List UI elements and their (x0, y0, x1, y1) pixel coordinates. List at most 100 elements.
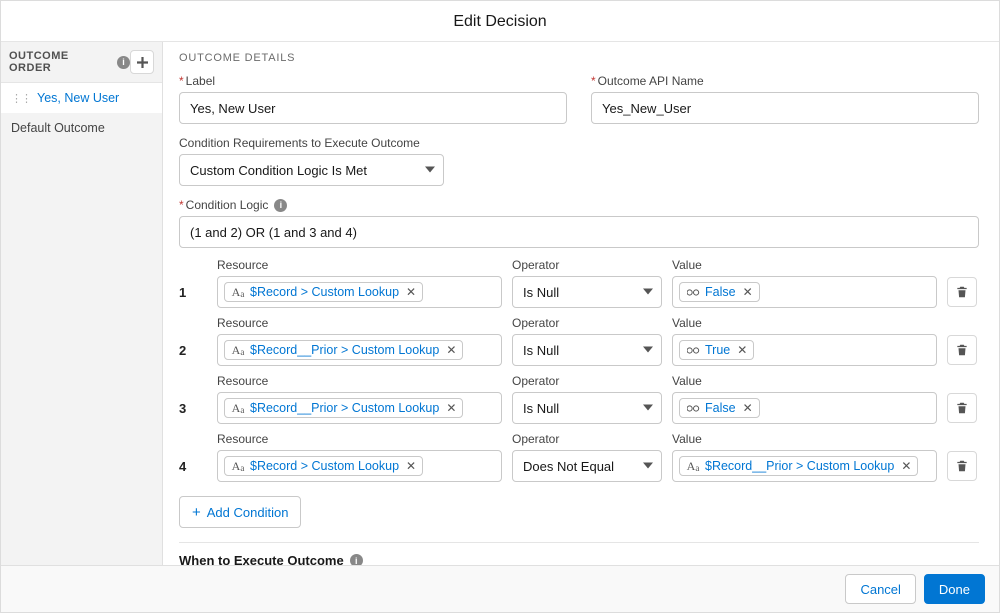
condition-number: 3 (179, 401, 207, 416)
cancel-button[interactable]: Cancel (845, 574, 915, 604)
remove-pill-icon[interactable]: ✕ (406, 285, 416, 299)
add-outcome-button[interactable] (130, 50, 154, 74)
resource-header: Resource (217, 258, 502, 272)
condition-row: 1Aa$Record > Custom Lookup✕Is NullFalse✕ (179, 276, 979, 308)
value-pill-text: $Record__Prior > Custom Lookup (705, 459, 894, 473)
operator-value: Does Not Equal (523, 459, 614, 474)
condition-requirements-label: Condition Requirements to Execute Outcom… (179, 136, 444, 150)
operator-select[interactable]: Is Null (512, 392, 662, 424)
value-pill-text: False (705, 285, 736, 299)
condition-logic-input[interactable] (179, 216, 979, 248)
resource-input[interactable]: Aa$Record > Custom Lookup✕ (217, 276, 502, 308)
remove-pill-icon[interactable]: ✕ (446, 343, 456, 357)
delete-condition-button[interactable] (947, 393, 977, 423)
delete-condition-button[interactable] (947, 335, 977, 365)
resource-input[interactable]: Aa$Record > Custom Lookup✕ (217, 450, 502, 482)
condition-requirements-select[interactable]: Custom Condition Logic Is Met (179, 154, 444, 186)
done-button[interactable]: Done (924, 574, 985, 604)
operator-header: Operator (512, 374, 662, 388)
value-pill[interactable]: True ✕ (679, 340, 754, 360)
value-pill[interactable]: False ✕ (679, 282, 760, 302)
sidebar-item[interactable]: ⋮⋮ Yes, New User (1, 83, 162, 113)
add-condition-button[interactable]: + Add Condition (179, 496, 301, 528)
value-header: Value (672, 316, 937, 330)
text-type-icon: Aa (231, 459, 245, 473)
boolean-icon (686, 285, 700, 299)
operator-value: Is Null (523, 285, 559, 300)
resource-pill[interactable]: Aa$Record > Custom Lookup✕ (224, 282, 423, 302)
edit-decision-modal: Edit Decision OUTCOME ORDER i ⋮⋮ Yes, New… (0, 0, 1000, 613)
remove-pill-icon[interactable]: ✕ (901, 459, 911, 473)
value-input[interactable]: Aa $Record__Prior > Custom Lookup ✕ (672, 450, 937, 482)
remove-pill-icon[interactable]: ✕ (406, 459, 416, 473)
resource-pill[interactable]: Aa$Record > Custom Lookup✕ (224, 456, 423, 476)
sidebar-item-label: Yes, New User (37, 91, 119, 105)
condition-number: 1 (179, 285, 207, 300)
sidebar-item-label: Default Outcome (11, 121, 105, 135)
condition-row: 3Aa$Record__Prior > Custom Lookup✕Is Nul… (179, 392, 979, 424)
value-pill-text: True (705, 343, 730, 357)
value-pill-text: False (705, 401, 736, 415)
resource-pill-text: $Record__Prior > Custom Lookup (250, 401, 439, 415)
value-header: Value (672, 258, 937, 272)
condition-number: 4 (179, 459, 207, 474)
api-name-input[interactable] (591, 92, 979, 124)
remove-pill-icon[interactable]: ✕ (446, 401, 456, 415)
resource-pill[interactable]: Aa $Record__Prior > Custom Lookup ✕ (224, 340, 463, 360)
section-title: OUTCOME DETAILS (179, 52, 979, 64)
chevron-down-icon (425, 163, 435, 178)
sidebar-header: OUTCOME ORDER i (1, 42, 162, 83)
text-type-icon: Aa (686, 459, 700, 473)
resource-header: Resource (217, 432, 502, 446)
drag-handle-icon[interactable]: ⋮⋮ (11, 92, 31, 105)
value-input[interactable]: False ✕ (672, 392, 937, 424)
condition-number: 2 (179, 343, 207, 358)
condition-row: 4 Aa$Record > Custom Lookup✕ Does Not Equa… (179, 450, 979, 482)
operator-value: Is Null (523, 401, 559, 416)
operator-select[interactable]: Is Null (512, 276, 662, 308)
delete-condition-button[interactable] (947, 277, 977, 307)
operator-value: Is Null (523, 343, 559, 358)
info-icon[interactable]: i (117, 56, 130, 69)
resource-pill[interactable]: Aa$Record__Prior > Custom Lookup✕ (224, 398, 463, 418)
resource-input[interactable]: Aa$Record__Prior > Custom Lookup✕ (217, 392, 502, 424)
value-input[interactable]: True ✕ (672, 334, 937, 366)
resource-header: Resource (217, 316, 502, 330)
delete-condition-button[interactable] (947, 451, 977, 481)
plus-icon: + (192, 504, 201, 521)
operator-select[interactable]: Is Null (512, 334, 662, 366)
value-pill[interactable]: False ✕ (679, 398, 760, 418)
chevron-down-icon (643, 285, 653, 300)
resource-header: Resource (217, 374, 502, 388)
modal-title: Edit Decision (1, 1, 999, 42)
value-input[interactable]: False ✕ (672, 276, 937, 308)
api-name-field-label: Outcome API Name (591, 74, 979, 88)
conditions-table: ResourceOperatorValue1Aa$Record > Custom… (179, 258, 979, 482)
info-icon[interactable]: i (350, 554, 363, 565)
operator-header: Operator (512, 258, 662, 272)
value-header: Value (672, 374, 937, 388)
modal-body: OUTCOME ORDER i ⋮⋮ Yes, New User Default O… (1, 42, 999, 565)
condition-requirements-value: Custom Condition Logic Is Met (190, 163, 367, 178)
operator-select[interactable]: Does Not Equal (512, 450, 662, 482)
chevron-down-icon (643, 459, 653, 474)
info-icon[interactable]: i (274, 199, 287, 212)
text-type-icon: Aa (231, 343, 245, 357)
resource-pill-text: $Record__Prior > Custom Lookup (250, 343, 439, 357)
sidebar-item[interactable]: Default Outcome (1, 113, 162, 143)
remove-pill-icon[interactable]: ✕ (743, 401, 753, 415)
operator-header: Operator (512, 316, 662, 330)
sidebar-header-label: OUTCOME ORDER (9, 50, 113, 74)
value-pill[interactable]: Aa $Record__Prior > Custom Lookup ✕ (679, 456, 918, 476)
resource-input[interactable]: Aa $Record__Prior > Custom Lookup ✕ (217, 334, 502, 366)
label-field-label: Label (179, 74, 567, 88)
resource-pill-text: $Record > Custom Lookup (250, 285, 399, 299)
chevron-down-icon (643, 343, 653, 358)
remove-pill-icon[interactable]: ✕ (737, 343, 747, 357)
boolean-icon (686, 401, 700, 415)
add-condition-label: Add Condition (207, 505, 289, 520)
label-input[interactable] (179, 92, 567, 124)
operator-header: Operator (512, 432, 662, 446)
value-header: Value (672, 432, 937, 446)
remove-pill-icon[interactable]: ✕ (743, 285, 753, 299)
